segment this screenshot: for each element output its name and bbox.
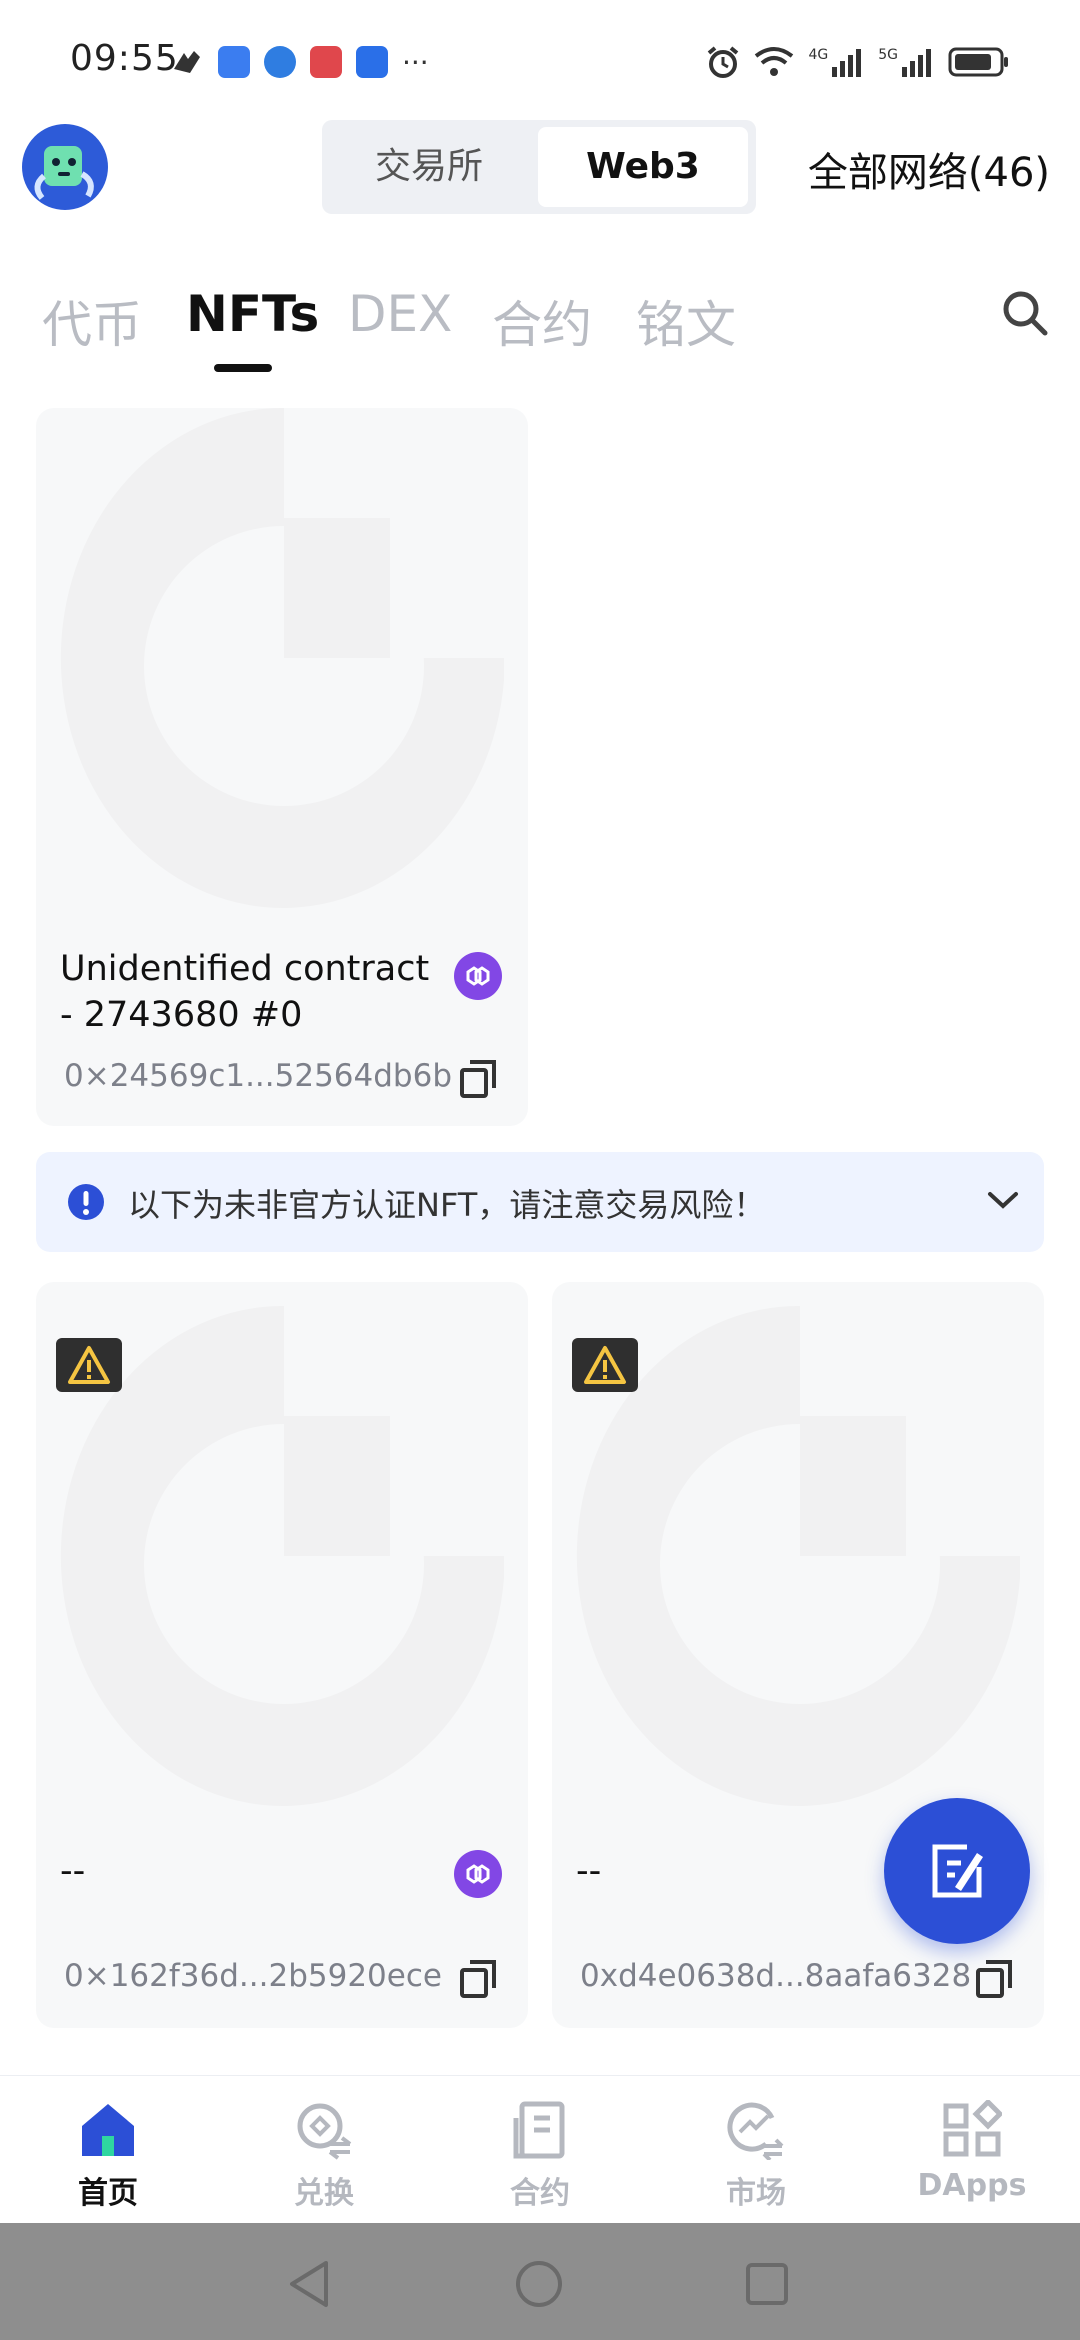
robot-app-icon: [356, 46, 388, 78]
copy-icon[interactable]: [458, 1958, 500, 2000]
nav-market-label: 市场: [726, 2176, 786, 2211]
nft-placeholder-image: [60, 408, 504, 908]
network-selector[interactable]: 全部网络(46): [808, 140, 1050, 198]
nav-swap-label: 兑换: [294, 2176, 354, 2211]
nft-card[interactable]: -- 0×162f36d...2b5920ece: [36, 1282, 528, 2028]
nft-title-line2: - 2743680 #0: [60, 995, 303, 1035]
nft-placeholder-image: [60, 1306, 504, 1806]
browser-icon: [264, 46, 296, 78]
warning-icon: [68, 1346, 110, 1384]
tab-exchange[interactable]: 交易所: [322, 127, 536, 207]
nav-contract-label: 合约: [510, 2176, 570, 2211]
alarm-icon: [708, 46, 739, 78]
back-icon[interactable]: [286, 2259, 332, 2309]
wifi-icon: [755, 47, 794, 76]
signal-4g-icon: 4G: [808, 47, 864, 77]
nav-dapps[interactable]: DApps: [864, 2076, 1080, 2224]
network-4g-label: 4G: [808, 47, 829, 63]
contract-icon: [513, 2101, 565, 2159]
tab-dex[interactable]: DEX: [348, 285, 452, 343]
polygon-chain-icon: [454, 1850, 502, 1898]
tab-contracts[interactable]: 合约: [492, 285, 592, 357]
status-time: 09:55: [70, 38, 179, 79]
nav-swap[interactable]: 兑换: [216, 2076, 432, 2224]
contract-address: 0xd4e0638d...8aafa6328: [580, 1958, 972, 1994]
red-app-icon: [310, 46, 342, 78]
warning-badge: [572, 1338, 638, 1392]
copy-icon[interactable]: [458, 1058, 500, 1100]
copy-icon[interactable]: [974, 1958, 1016, 2000]
unverified-nft-notice[interactable]: 以下为未非官方认证NFT，请注意交易风险！: [36, 1152, 1044, 1252]
contract-address: 0×162f36d...2b5920ece: [64, 1958, 442, 1994]
nft-title: --: [576, 1851, 602, 1891]
edit-icon: [932, 1844, 983, 1898]
network-5g-label: 5G: [878, 47, 898, 63]
system-navigation-bar: [0, 2223, 1080, 2340]
contract-address: 0×24569c1...52564db6b: [64, 1058, 453, 1094]
edit-fab-button[interactable]: [884, 1798, 1030, 1944]
system-icons: 4G 5G: [706, 40, 1010, 84]
recents-icon[interactable]: [744, 2261, 790, 2307]
tab-web3[interactable]: Web3: [538, 127, 748, 207]
chevron-down-icon[interactable]: [986, 1188, 1020, 1212]
nav-contract[interactable]: 合约: [432, 2076, 648, 2224]
tab-tokens[interactable]: 代币: [42, 285, 142, 357]
home-circle-icon[interactable]: [514, 2259, 564, 2309]
active-tab-indicator: [214, 364, 272, 372]
app-notification-icon: [174, 51, 200, 73]
dapps-icon: [943, 2100, 1002, 2157]
battery-icon: [948, 47, 1008, 77]
nav-home-label: 首页: [78, 2176, 138, 2211]
notification-icons: ···: [170, 40, 429, 84]
nav-home[interactable]: 首页: [0, 2076, 216, 2224]
nft-title: Unidentified contract - 2743680 #0: [60, 946, 429, 1038]
nav-market[interactable]: 市场: [648, 2076, 864, 2224]
nft-placeholder-image: [576, 1306, 1020, 1806]
nft-title-line1: Unidentified contract: [60, 949, 430, 989]
signal-5g-icon: 5G: [878, 47, 934, 77]
profile-avatar[interactable]: [22, 124, 108, 210]
nav-dapps-label: DApps: [917, 2168, 1027, 2203]
swap-icon: [297, 2103, 352, 2160]
warning-badge: [56, 1338, 122, 1392]
info-icon: [68, 1184, 104, 1220]
notice-text: 以下为未非官方认证NFT，请注意交易风险！: [128, 1186, 766, 1224]
bottom-navigation: 首页 兑换 合约 市场 DApps: [0, 2075, 1080, 2224]
market-icon: [727, 2102, 784, 2160]
status-bar: 09:55 ··· 4G 5G: [0, 0, 1080, 110]
nft-card[interactable]: Unidentified contract - 2743680 #0 0×245…: [36, 408, 528, 1126]
shopping-bag-icon: [218, 46, 250, 78]
mascot-icon: [34, 146, 94, 200]
tab-nfts[interactable]: NFTs: [186, 285, 319, 343]
tab-inscriptions[interactable]: 铭文: [636, 285, 736, 357]
exchange-web3-switch: 交易所 Web3: [322, 120, 756, 214]
warning-icon: [584, 1346, 626, 1384]
polygon-chain-icon: [454, 952, 502, 1000]
search-icon[interactable]: [1000, 288, 1050, 338]
nft-title: --: [60, 1851, 86, 1891]
home-icon: [82, 2104, 134, 2156]
more-notifications-icon: ···: [402, 45, 429, 79]
